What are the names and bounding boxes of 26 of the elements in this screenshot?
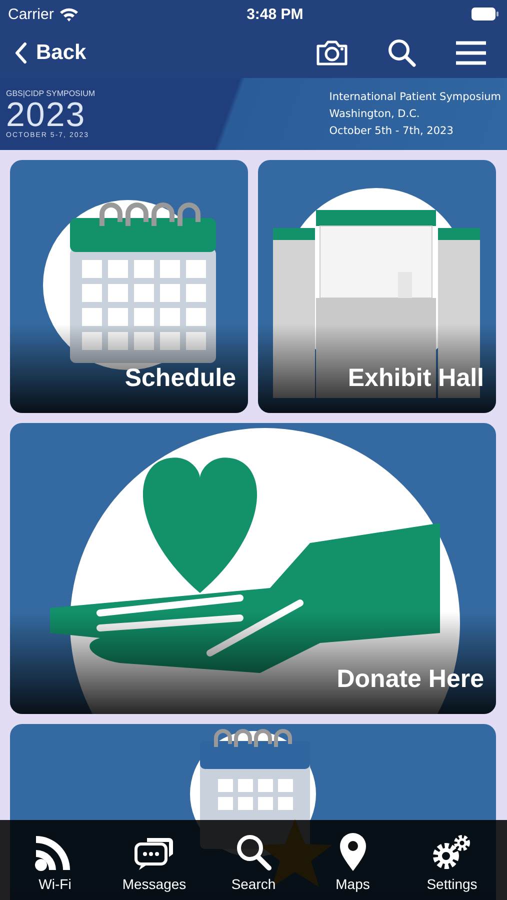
battery-icon xyxy=(470,7,499,21)
tab-button[interactable]: Search xyxy=(208,820,298,900)
wifi-icon xyxy=(58,6,79,22)
menu-tile[interactable]: Exhibit Hall xyxy=(258,160,496,413)
search-icon[interactable] xyxy=(387,38,417,68)
menu-tile[interactable]: Donate Here xyxy=(10,423,496,714)
back-button[interactable]: Back xyxy=(14,41,86,65)
tile-label: Donate Here xyxy=(336,665,484,694)
menu-tile[interactable]: Schedule xyxy=(10,160,248,413)
chevron-icon xyxy=(14,42,28,64)
logo-year: 2023 xyxy=(6,98,86,132)
tab-button[interactable]: Messages xyxy=(109,820,200,900)
logo-title: GBS|CIDP SYMPOSIUM xyxy=(6,90,96,98)
event-info-line: International Patient Symposium xyxy=(329,90,501,104)
tab-button[interactable]: Maps xyxy=(308,820,398,900)
event-info-line: October 5th - 7th, 2023 xyxy=(329,124,454,138)
camera-icon[interactable] xyxy=(315,39,349,67)
menu-icon[interactable] xyxy=(455,41,487,65)
tile-label: Schedule xyxy=(124,364,236,393)
event-info-line: Washington, D.C. xyxy=(329,106,421,122)
tab-button[interactable]: Wi-Fi xyxy=(10,820,100,900)
status-time: 3:48 PM xyxy=(246,6,304,22)
tile-label: Exhibit Hall xyxy=(348,364,484,393)
carrier-name: Carrier xyxy=(8,6,54,22)
tab-button[interactable]: Settings xyxy=(407,820,497,900)
gears-icon xyxy=(431,832,473,872)
